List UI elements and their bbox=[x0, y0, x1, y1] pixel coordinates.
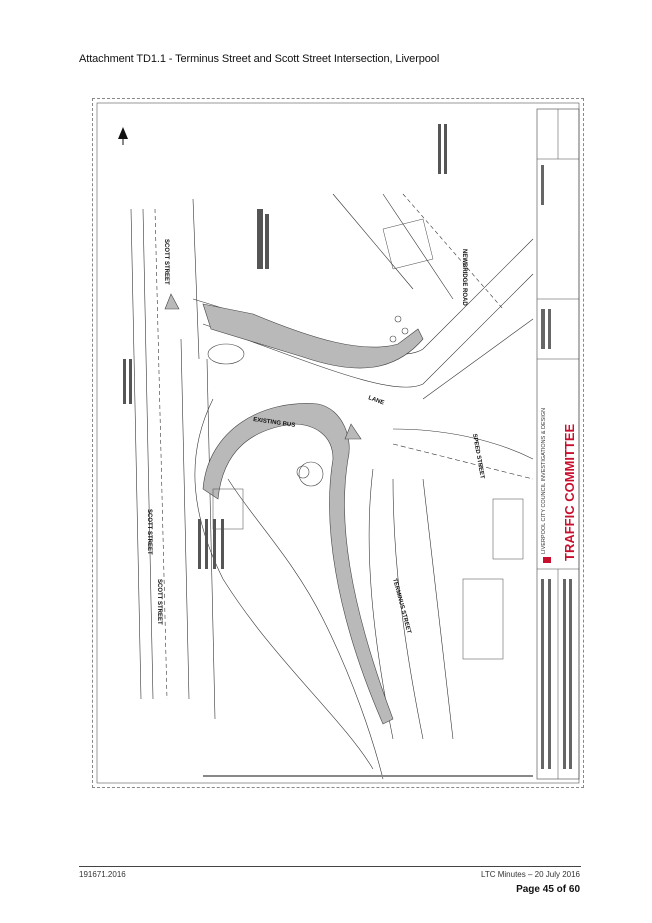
council-logo-icon bbox=[543, 557, 551, 563]
newbridge-road-label: NEWBRIDGE ROAD bbox=[461, 249, 467, 306]
site-plan-drawing: SCOTT STREET SCOTT STREET SCOTT STREET N… bbox=[92, 98, 584, 788]
scott-street-label-2: SCOTT STREET bbox=[146, 509, 152, 555]
scott-street-linework bbox=[130, 198, 216, 720]
scale-bar bbox=[203, 775, 533, 777]
terminus-street-label: TERMINUS STREET bbox=[391, 578, 412, 635]
north-arrow-icon bbox=[118, 127, 128, 145]
scott-street-label-3: SCOTT STREET bbox=[156, 579, 162, 625]
organisation-name: LIVERPOOL CITY COUNCIL INVESTIGATIONS & … bbox=[541, 408, 547, 554]
page-number: Page 45 of 60 bbox=[516, 884, 580, 895]
footer-divider bbox=[79, 866, 581, 867]
footer-reference: 191671.2016 bbox=[79, 870, 126, 879]
lane-label: LANE bbox=[367, 395, 384, 406]
document-title: Attachment TD1.1 - Terminus Street and S… bbox=[79, 53, 440, 65]
footer-minutes: LTC Minutes – 20 July 2016 bbox=[480, 870, 580, 879]
scott-street-label-1: SCOTT STREET bbox=[163, 239, 169, 285]
terminus-street-linework bbox=[194, 398, 454, 780]
traffic-committee-label: TRAFFIC COMMITTEE bbox=[562, 423, 577, 561]
title-block: LIVERPOOL CITY COUNCIL INVESTIGATIONS & … bbox=[536, 108, 580, 780]
proposed-works-shading bbox=[164, 293, 424, 725]
